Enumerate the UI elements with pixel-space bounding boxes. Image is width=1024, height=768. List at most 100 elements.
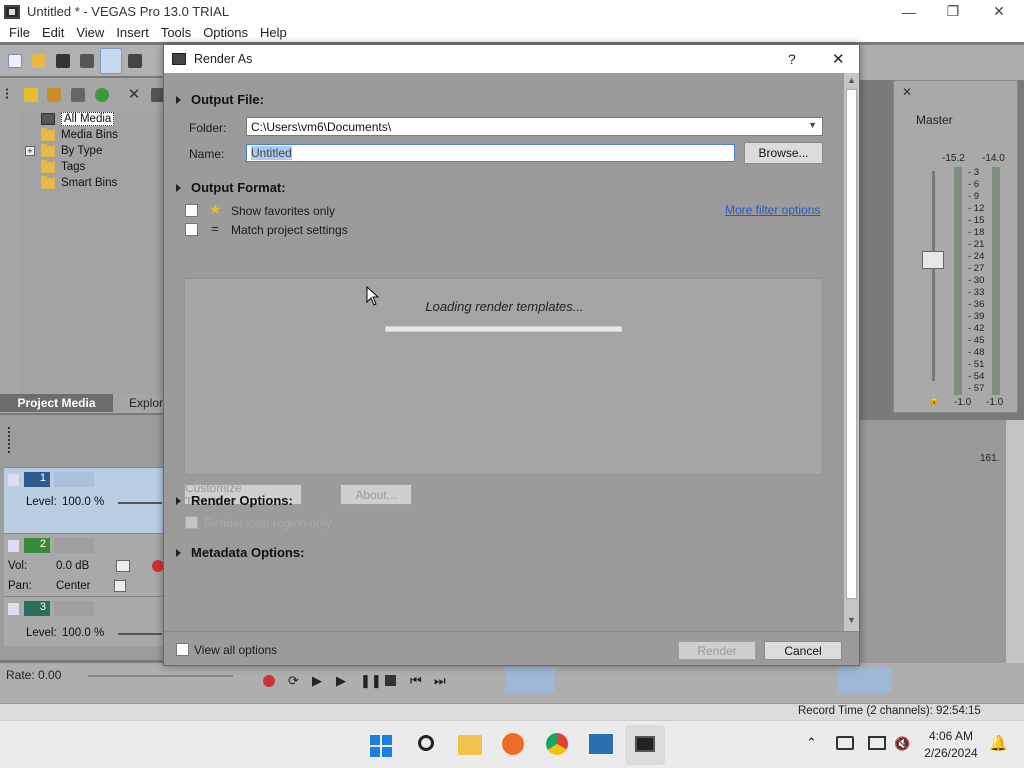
file-explorer-icon[interactable]	[458, 735, 482, 755]
master-fader-thumb[interactable]	[922, 251, 944, 269]
output-file-section[interactable]: Output File:	[176, 92, 264, 107]
new-project-icon[interactable]	[8, 54, 22, 68]
refresh-icon[interactable]	[95, 88, 109, 102]
loop-icon[interactable]: ⟳	[288, 673, 299, 689]
stop-icon[interactable]	[385, 675, 396, 686]
tree-item-smart-bins[interactable]: Smart Bins	[41, 175, 117, 191]
notification-icon[interactable]: 🔔	[989, 734, 1008, 752]
track-name-field[interactable]	[54, 538, 94, 553]
chevron-up-icon[interactable]: ⌃	[806, 735, 817, 751]
video-track-1[interactable]: 1 Level: 100.0 %	[4, 467, 165, 533]
tab-project-media[interactable]: Project Media	[0, 394, 113, 412]
cancel-button[interactable]: Cancel	[764, 641, 842, 660]
pause-icon[interactable]: ❚❚	[360, 673, 382, 689]
dialog-titlebar: Render As ? ✕	[164, 45, 859, 73]
audio-track-2[interactable]: 2 Vol: 0.0 dB Pan: Center	[4, 533, 165, 596]
menu-file[interactable]: File	[3, 25, 36, 40]
collapse-triangle-icon	[176, 548, 181, 557]
favorites-checkbox[interactable]	[185, 204, 198, 217]
properties-icon[interactable]	[128, 54, 142, 68]
delete-icon[interactable]: ✕	[127, 87, 141, 102]
track-collapse-icon[interactable]	[8, 540, 19, 552]
menu-help[interactable]: Help	[254, 25, 293, 40]
firefox-icon[interactable]	[502, 733, 524, 755]
render-as-dialog: Render As ? ✕ Output File: Folder: C:\Us…	[163, 44, 860, 666]
track-collapse-icon[interactable]	[8, 603, 19, 615]
close-window-button[interactable]: ✕	[976, 0, 1022, 23]
tree-item-all-media[interactable]: All Media	[41, 111, 115, 127]
dialog-scrollbar[interactable]: ▲ ▼	[844, 73, 859, 631]
track-name-field[interactable]	[54, 601, 94, 616]
scroll-down-icon[interactable]: ▼	[847, 615, 856, 625]
drag-handle-icon[interactable]	[8, 427, 12, 453]
more-filter-options-link[interactable]: More filter options	[725, 203, 820, 217]
dialog-close-button[interactable]: ✕	[832, 50, 845, 68]
save-icon[interactable]	[56, 54, 70, 68]
folder-dropdown[interactable]: C:\Users\vm6\Documents\ ▼	[246, 117, 823, 136]
level-slider[interactable]	[118, 633, 162, 635]
render-options-header[interactable]: Render Options:	[176, 493, 293, 508]
meter-scale-tick: - 3	[968, 167, 980, 178]
render-button[interactable]: Render	[678, 641, 756, 660]
capture-icon[interactable]	[47, 88, 61, 102]
tab-explorer[interactable]: Explore	[113, 394, 170, 412]
render-templates-list[interactable]: Loading render templates...	[184, 278, 823, 475]
level-slider[interactable]	[118, 502, 162, 504]
app-icon[interactable]	[589, 734, 613, 754]
network-icon[interactable]	[836, 736, 854, 750]
menu-options[interactable]: Options	[197, 25, 254, 40]
menu-edit[interactable]: Edit	[36, 25, 70, 40]
go-to-start-icon[interactable]: ⏮	[410, 673, 422, 689]
name-input[interactable]: Untitled	[246, 144, 735, 162]
start-icon[interactable]	[370, 735, 392, 757]
scroll-thumb[interactable]	[846, 89, 857, 599]
open-folder-icon[interactable]	[32, 54, 46, 68]
tree-item-tags[interactable]: Tags	[41, 159, 85, 175]
output-format-section[interactable]: Output Format:	[176, 180, 286, 195]
about-button[interactable]: About...	[340, 484, 412, 505]
rate-slider[interactable]	[88, 675, 233, 677]
menu-insert[interactable]: Insert	[110, 25, 155, 40]
save-as-icon[interactable]	[80, 54, 94, 68]
go-to-end-icon[interactable]: ⏭	[434, 673, 446, 689]
record-button[interactable]	[263, 675, 275, 687]
search-icon[interactable]	[418, 735, 434, 751]
help-button[interactable]: ?	[788, 51, 796, 67]
minimize-button[interactable]: —	[886, 0, 932, 23]
clock-date[interactable]: 2/26/2024	[920, 746, 982, 760]
render-as-icon[interactable]	[100, 48, 122, 74]
track-name-field[interactable]	[54, 472, 94, 487]
render-loop-checkbox[interactable]	[185, 516, 198, 529]
video-track-3[interactable]: 3 Level: 100.0 %	[4, 596, 165, 646]
play-from-start-icon[interactable]: ▶	[312, 673, 322, 689]
timeline-scrollbar[interactable]	[1006, 420, 1024, 665]
volume-muted-icon[interactable]: 🔇	[894, 736, 910, 752]
scroll-up-icon[interactable]: ▲	[847, 75, 856, 85]
volume-slider-thumb[interactable]	[116, 560, 130, 572]
menu-view[interactable]: View	[70, 25, 110, 40]
tree-item-by-type[interactable]: + By Type	[25, 143, 102, 159]
get-media-icon[interactable]	[71, 88, 85, 102]
metadata-options-section[interactable]: Metadata Options:	[176, 545, 304, 560]
edit-tool-icon[interactable]	[505, 667, 555, 693]
maximize-button[interactable]: ❐	[930, 0, 976, 23]
snap-tool-icon[interactable]	[838, 667, 892, 693]
close-master-icon[interactable]: ✕	[902, 86, 914, 98]
meter-scale-tick: - 48	[968, 347, 985, 358]
import-media-icon[interactable]	[24, 88, 38, 102]
lock-icon[interactable]: 🔒	[928, 395, 940, 406]
menu-tools[interactable]: Tools	[155, 25, 197, 40]
chrome-icon[interactable]	[546, 733, 568, 755]
display-icon[interactable]	[868, 736, 886, 750]
pan-slider-thumb[interactable]	[114, 580, 126, 592]
expand-icon[interactable]: +	[25, 146, 35, 156]
tree-item-media-bins[interactable]: Media Bins	[41, 127, 118, 143]
view-all-options-checkbox[interactable]	[176, 643, 189, 656]
browse-button[interactable]: Browse...	[744, 142, 823, 164]
track-collapse-icon[interactable]	[8, 474, 19, 486]
play-icon[interactable]: ▶	[336, 673, 346, 689]
folder-icon	[41, 175, 55, 189]
drag-handle-icon[interactable]	[6, 88, 16, 100]
clock-time[interactable]: 4:06 AM	[920, 729, 982, 743]
match-settings-checkbox[interactable]	[185, 223, 198, 236]
